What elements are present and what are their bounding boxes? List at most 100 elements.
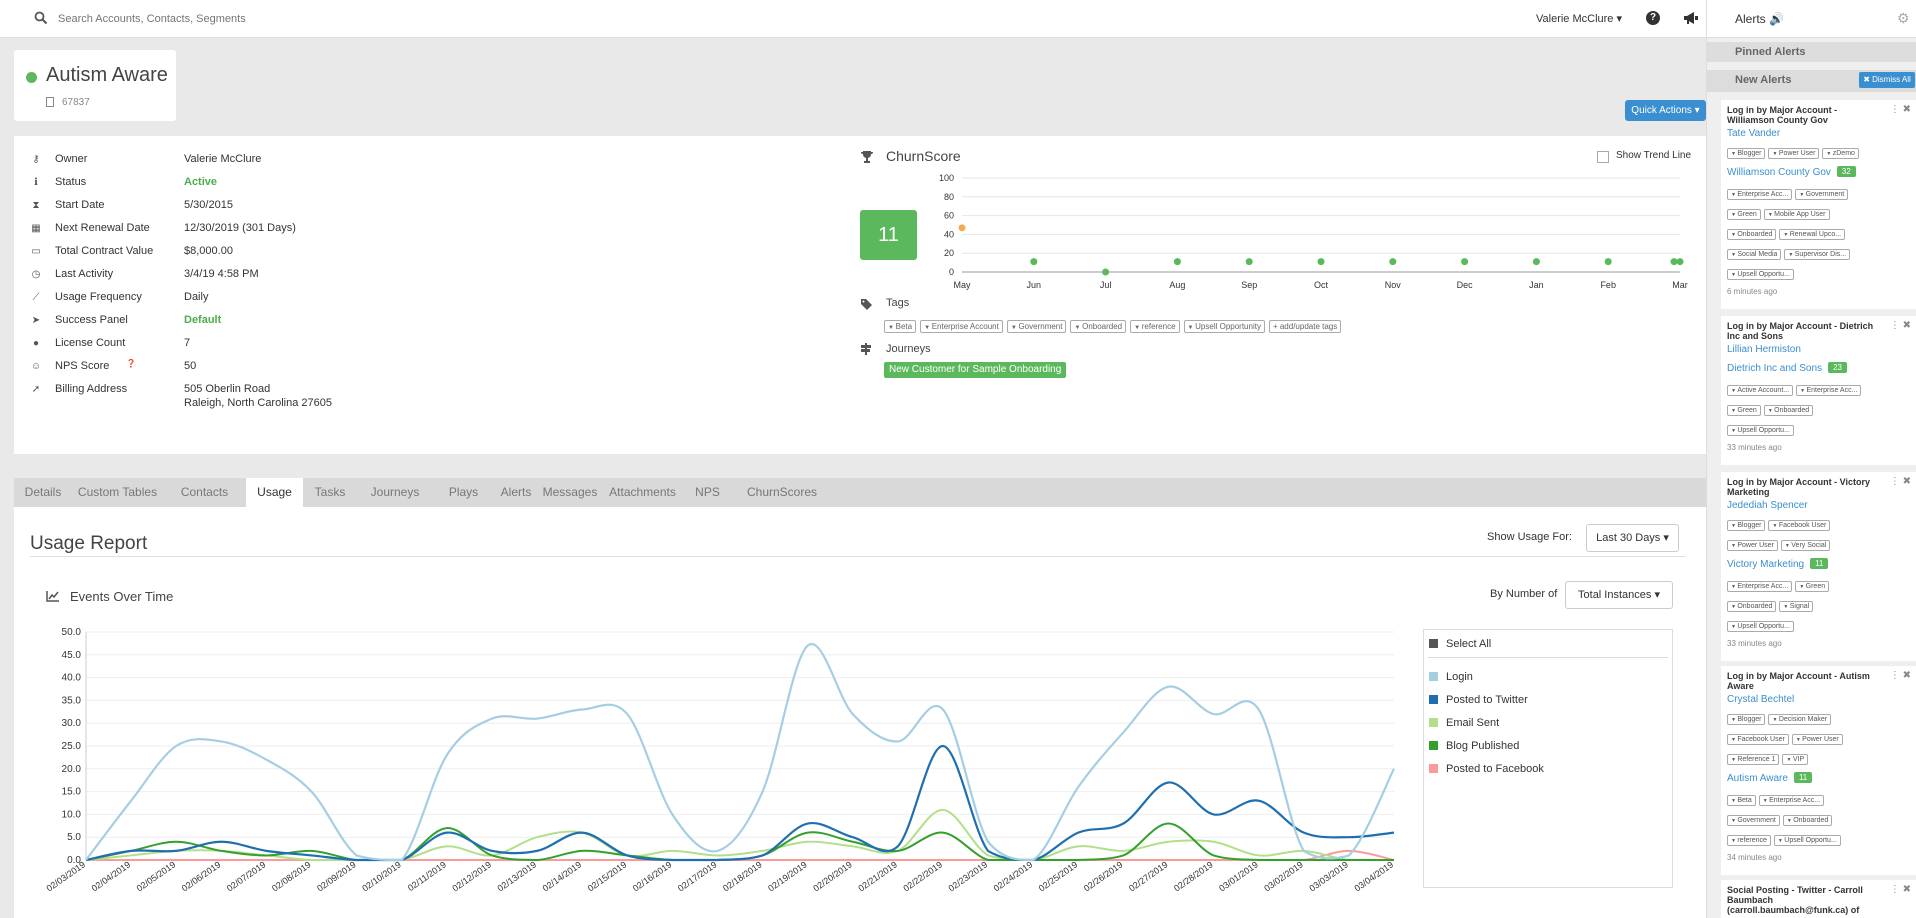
alert-tag[interactable]: ▼ Onboarded (1782, 815, 1833, 826)
alert-tag[interactable]: ▼ Enterprise Acc... (1727, 581, 1793, 592)
quick-actions-button[interactable]: Quick Actions ▾ (1625, 100, 1706, 121)
tab-messages[interactable]: Messages (538, 478, 602, 507)
tab-usage[interactable]: Usage (246, 478, 303, 507)
alerts-title: Alerts 🔊 (1735, 12, 1784, 26)
legend-select-all[interactable]: Select All (1429, 638, 1491, 650)
journey-badge[interactable]: New Customer for Sample Onboarding (884, 362, 1067, 378)
dismiss-all-button[interactable]: ✖ Dismiss All (1859, 72, 1915, 88)
tab-contacts[interactable]: Contacts (163, 478, 246, 507)
tab-plays[interactable]: Plays (433, 478, 494, 507)
tag-filter-chip[interactable]: ▼ Beta (884, 320, 917, 333)
alert-tag[interactable]: ▼ Beta (1727, 795, 1756, 806)
tags-title: Tags (886, 297, 910, 309)
tab-attachments[interactable]: Attachments (602, 478, 683, 507)
alert-tag[interactable]: ▼ Very Social (1780, 540, 1831, 551)
show-trend-line-checkbox[interactable] (1597, 151, 1609, 163)
alert-tag[interactable]: ▼ Blogger (1727, 148, 1766, 159)
legend-item[interactable]: Posted to Twitter (1429, 694, 1528, 706)
alert-tag[interactable]: ▼ Upsell Opportu... (1727, 621, 1794, 632)
alert-tag[interactable]: ▼ Renewal Upco... (1779, 229, 1846, 240)
search-input[interactable] (58, 10, 458, 28)
help-icon[interactable]: ? (1646, 11, 1660, 25)
alert-tag[interactable]: ▼ Upsell Opportu... (1727, 425, 1794, 436)
question-circle-icon[interactable]: ❓ (126, 359, 136, 368)
alert-tag[interactable]: ▼ Onboarded (1727, 229, 1777, 240)
alert-tag[interactable]: ▼ Facebook User (1727, 734, 1789, 745)
tag-filter-chip[interactable]: ▼ reference (1130, 320, 1180, 333)
legend-item[interactable]: Posted to Facebook (1429, 763, 1544, 775)
alert-tag[interactable]: ▼ Signal (1779, 601, 1814, 612)
alert-tag[interactable]: ▼ Supervisor Dis... (1784, 249, 1851, 260)
alert-tag[interactable]: ▼ Blogger (1727, 714, 1766, 725)
alert-tag[interactable]: ▼ Blogger (1727, 520, 1766, 531)
alert-tag[interactable]: ▼ Decision Maker (1768, 714, 1832, 725)
alert-tag[interactable]: ▼ Government (1727, 815, 1780, 826)
search-icon[interactable] (34, 11, 48, 25)
alert-tag[interactable]: ▼ Green (1727, 405, 1761, 416)
alert-account-link[interactable]: Dietrich Inc and Sons 23 (1727, 362, 1847, 374)
legend-item[interactable]: Blog Published (1429, 740, 1519, 752)
alert-tag[interactable]: ▼ Power User (1791, 734, 1843, 745)
alert-card[interactable]: Log in by Major Account - Victory Market… (1721, 472, 1916, 661)
tab-custom-tables[interactable]: Custom Tables (72, 478, 163, 507)
close-icon[interactable]: ⋮ ✖ (1890, 320, 1911, 331)
alert-tag[interactable]: ▼ Upsell Opportu... (1773, 835, 1841, 846)
close-icon[interactable]: ⋮ ✖ (1890, 104, 1911, 115)
alert-card[interactable]: Log in by Major Account - Dietrich Inc a… (1721, 316, 1916, 465)
tab-journeys[interactable]: Journeys (357, 478, 433, 507)
alert-account-link[interactable]: Williamson County Gov 32 (1727, 166, 1856, 178)
megaphone-icon[interactable] (1683, 11, 1699, 25)
alert-tag[interactable]: ▼ Mobile App User (1763, 209, 1830, 220)
tab-alerts[interactable]: Alerts (494, 478, 538, 507)
alert-tag[interactable]: ▼ Facebook User (1768, 520, 1831, 531)
alert-contact-link[interactable]: Tate Vander (1727, 128, 1780, 139)
info-value[interactable]: Default (184, 314, 221, 326)
volume-icon[interactable]: 🔊 (1769, 12, 1784, 26)
tab-nps[interactable]: NPS (683, 478, 732, 507)
alert-tag[interactable]: ▼ Enterprise Acc... (1727, 189, 1793, 200)
legend-item[interactable]: Email Sent (1429, 717, 1499, 729)
alert-tag[interactable]: ▼ Active Account... (1727, 385, 1794, 396)
alert-tag[interactable]: ▼ Green (1795, 581, 1830, 592)
user-menu[interactable]: Valerie McClure ▾ (1536, 12, 1622, 25)
date-range-dropdown[interactable]: Last 30 Days ▾ (1586, 524, 1679, 552)
alert-tag[interactable]: ▼ Social Media (1727, 249, 1782, 260)
tag-filter-chip[interactable]: ▼ Government (1006, 320, 1067, 333)
gear-icon[interactable]: ⚙ (1897, 11, 1911, 25)
alert-tag[interactable]: ▼ VIP (1782, 754, 1809, 765)
legend-item[interactable]: Login (1429, 671, 1473, 683)
alert-tag[interactable]: ▼ Upsell Opportu... (1727, 269, 1794, 280)
alert-contact-link[interactable]: Jedediah Spencer (1727, 500, 1808, 511)
alert-account-link[interactable]: Victory Marketing 11 (1727, 558, 1829, 570)
tab-churnscores[interactable]: ChurnScores (732, 478, 832, 507)
alert-tag[interactable]: ▼ Onboarded (1727, 601, 1777, 612)
alert-tag[interactable]: ▼ Power User (1768, 148, 1820, 159)
alert-contact-link[interactable]: Crystal Bechtel (1727, 694, 1794, 705)
alert-tag[interactable]: ▼ zDemo (1822, 148, 1859, 159)
alert-account-link[interactable]: Autism Aware 11 (1727, 772, 1813, 784)
tab-details[interactable]: Details (14, 478, 72, 507)
alert-tag[interactable]: ▼ reference (1727, 835, 1771, 846)
alert-tag[interactable]: ▼ Reference 1 (1727, 754, 1780, 765)
instances-dropdown[interactable]: Total Instances ▾ (1565, 581, 1673, 609)
show-trend-line-label[interactable]: Show Trend Line (1616, 150, 1691, 161)
close-icon[interactable]: ⋮ ✖ (1890, 670, 1911, 681)
alert-tag[interactable]: ▼ Government (1795, 189, 1849, 200)
alert-tag[interactable]: ▼ Onboarded (1763, 405, 1814, 416)
info-value[interactable]: Active (184, 176, 217, 188)
tag-filter-chip[interactable]: ▼ Onboarded (1070, 320, 1127, 333)
alert-card[interactable]: Social Posting - Twitter - Carroll Baumb… (1721, 880, 1916, 918)
close-icon[interactable]: ⋮ ✖ (1890, 476, 1911, 487)
tag-filter-chip[interactable]: ▼ Enterprise Account (920, 320, 1003, 333)
alert-tag[interactable]: ▼ Enterprise Acc... (1758, 795, 1825, 806)
alert-card[interactable]: Log in by Major Account - Autism Aware ⋮ … (1721, 666, 1916, 875)
alert-contact-link[interactable]: Lillian Hermiston (1727, 344, 1801, 355)
alert-card[interactable]: Log in by Major Account - Williamson Cou… (1721, 100, 1916, 309)
add-update-tags-button[interactable]: + add/update tags (1268, 320, 1342, 333)
tag-filter-chip[interactable]: ▼ Upsell Opportunity (1183, 320, 1265, 333)
close-icon[interactable]: ⋮ ✖ (1890, 884, 1911, 895)
alert-tag[interactable]: ▼ Enterprise Acc... (1796, 385, 1862, 396)
alert-tag[interactable]: ▼ Green (1727, 209, 1761, 220)
alert-tag[interactable]: ▼ Power User (1727, 540, 1778, 551)
tab-tasks[interactable]: Tasks (303, 478, 357, 507)
